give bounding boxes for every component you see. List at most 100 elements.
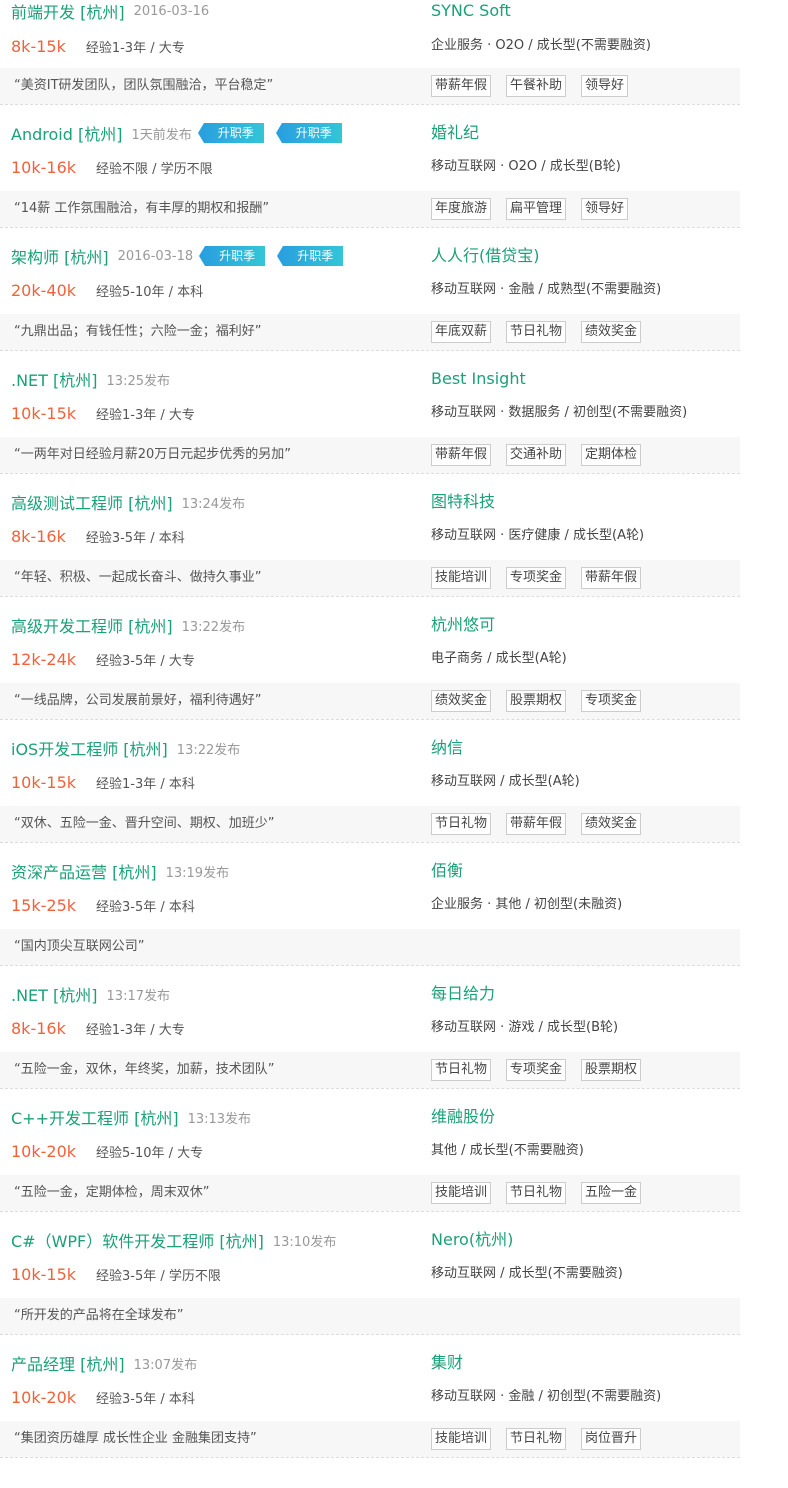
publish-date: 2016-03-18 (117, 248, 194, 264)
tag-list: 技能培训 节日礼物 岗位晋升 (431, 1428, 656, 1450)
company-link[interactable]: SYNC Soft (431, 0, 511, 22)
welfare-tag: 专项奖金 (581, 690, 642, 712)
job-meta: 15k-25k 经验3-5年 / 本科 (11, 894, 195, 916)
salary: 10k-20k (11, 1387, 77, 1407)
salary: 8k-16k (11, 1018, 66, 1038)
position-link[interactable]: Android [杭州] (11, 121, 122, 145)
requirement: 经验1-3年 / 大专 (96, 407, 195, 423)
company-slogan: “集团资历雄厚 成长性企业 金融集团支持” (14, 1431, 257, 1446)
company-link[interactable]: 纳信 (431, 737, 463, 759)
company-slogan: “美资IT研发团队，团队氛围融洽，平台稳定” (14, 78, 274, 93)
welfare-tag: 节日礼物 (431, 1059, 492, 1081)
tag-list: 节日礼物 带薪年假 绩效奖金 (431, 813, 656, 835)
job-list-item: .NET [杭州] 13:17发布 8k-16k 经验1-3年 / 大专 每日给力 移动互… (0, 966, 740, 1089)
position-link[interactable]: .NET [杭州] (11, 367, 98, 391)
welfare-tag: 带薪年假 (506, 813, 567, 835)
position-link[interactable]: 架构师 [杭州] (11, 244, 109, 268)
job-meta: 8k-15k 经验1-3年 / 大专 (11, 35, 185, 57)
job-list-item: C++开发工程师 [杭州] 13:13发布 10k-20k 经验5-10年 / 大专 维… (0, 1089, 740, 1212)
slogan-bar: “九鼎出品；有钱任性；六险一金；福利好” 年底双薪 节日礼物 绩效奖金 (0, 314, 740, 350)
company-link[interactable]: 每日给力 (431, 983, 495, 1005)
welfare-tag: 五险一金 (581, 1182, 642, 1204)
position-link[interactable]: 高级测试工程师 [杭州] (11, 490, 173, 514)
position-link[interactable]: iOS开发工程师 [杭州] (11, 736, 168, 760)
company-link[interactable]: 人人行(借贷宝) (431, 245, 540, 267)
position-city: [杭州] (64, 248, 109, 267)
position-line: Android [杭州] 1天前发布 升职季 升职季 (11, 122, 342, 144)
welfare-tag: 节日礼物 (431, 813, 492, 835)
position-line: 产品经理 [杭州] 13:07发布 (11, 1352, 197, 1374)
position-title: iOS开发工程师 (11, 740, 119, 759)
publish-date: 13:19发布 (165, 865, 230, 881)
requirement: 经验3-5年 / 本科 (96, 1391, 195, 1407)
position-link[interactable]: 产品经理 [杭州] (11, 1351, 125, 1375)
company-link[interactable]: 图特科技 (431, 491, 495, 513)
promotion-badge[interactable]: 升职季 (199, 246, 266, 266)
requirement: 经验3-5年 / 学历不限 (96, 1268, 221, 1284)
company-industry: 电子商务 / 成长型(A轮) (431, 651, 567, 666)
slogan-bar: “双休、五险一金、晋升空间、期权、加班少” 节日礼物 带薪年假 绩效奖金 (0, 806, 740, 842)
tag-list: 年度旅游 扁平管理 领导好 (431, 198, 643, 220)
welfare-tag: 专项奖金 (506, 1059, 567, 1081)
position-link[interactable]: 高级开发工程师 [杭州] (11, 613, 173, 637)
welfare-tag: 年度旅游 (431, 198, 492, 220)
position-title: 高级开发工程师 (11, 617, 124, 636)
promotion-badge[interactable]: 升职季 (275, 123, 342, 143)
company-slogan: “年轻、积极、一起成长奋斗、做持久事业” (14, 570, 262, 585)
requirement: 经验5-10年 / 大专 (96, 1145, 204, 1161)
job-list-item: 高级测试工程师 [杭州] 13:24发布 8k-16k 经验3-5年 / 本科 图特科技… (0, 474, 740, 597)
publish-date: 1天前发布 (131, 127, 192, 143)
company-link[interactable]: 婚礼纪 (431, 122, 479, 144)
slogan-bar: “一线品牌，公司发展前景好，福利待遇好” 绩效奖金 股票期权 专项奖金 (0, 683, 740, 719)
salary: 20k-40k (11, 280, 77, 300)
tag-list: 技能培训 专项奖金 带薪年假 (431, 567, 656, 589)
welfare-tag: 午餐补助 (506, 75, 567, 97)
tag-list: 年底双薪 节日礼物 绩效奖金 (431, 321, 656, 343)
position-link[interactable]: 资深产品运营 [杭州] (11, 859, 157, 883)
position-line: C#（WPF）软件开发工程师 [杭州] 13:10发布 (11, 1229, 336, 1251)
job-list-item: iOS开发工程师 [杭州] 13:22发布 10k-15k 经验1-3年 / 本科 纳信… (0, 720, 740, 843)
position-link[interactable]: C++开发工程师 [杭州] (11, 1105, 179, 1129)
company-link[interactable]: Nero(杭州) (431, 1229, 513, 1251)
company-slogan: “五险一金，定期体检，周末双休” (14, 1185, 210, 1200)
position-title: 资深产品运营 (11, 863, 108, 882)
welfare-tag: 绩效奖金 (431, 690, 492, 712)
position-city: [杭州] (53, 986, 98, 1005)
position-link[interactable]: .NET [杭州] (11, 982, 98, 1006)
position-link[interactable]: C#（WPF）软件开发工程师 [杭州] (11, 1228, 264, 1252)
salary: 12k-24k (11, 649, 77, 669)
promotion-badge[interactable]: 升职季 (197, 123, 264, 143)
company-link[interactable]: 集财 (431, 1352, 463, 1374)
company-link[interactable]: 维融股份 (431, 1106, 495, 1128)
company-slogan: “一两年对日经验月薪20万日元起步优秀的另加” (14, 447, 292, 462)
slogan-bar: “国内顶尖互联网公司” (0, 929, 740, 965)
company-link[interactable]: Best Insight (431, 368, 526, 390)
salary: 15k-25k (11, 895, 77, 915)
welfare-tag: 年底双薪 (431, 321, 492, 343)
company-link[interactable]: 佰衡 (431, 860, 463, 882)
slogan-bar: “五险一金，定期体检，周末双休” 技能培训 节日礼物 五险一金 (0, 1175, 740, 1211)
position-title: Android (11, 125, 73, 144)
job-list-item: 架构师 [杭州] 2016-03-18 升职季 升职季 20k-40k 经验5-10年 /… (0, 228, 740, 351)
salary: 8k-16k (11, 526, 66, 546)
welfare-tag: 交通补助 (506, 444, 567, 466)
tag-list: 节日礼物 专项奖金 股票期权 (431, 1059, 656, 1081)
promotion-badge[interactable]: 升职季 (277, 246, 344, 266)
position-title: 架构师 (11, 248, 60, 267)
company-industry: 移动互联网 / 成长型(不需要融资) (431, 1266, 623, 1281)
welfare-tag: 绩效奖金 (581, 813, 642, 835)
company-link[interactable]: 杭州悠可 (431, 614, 495, 636)
requirement: 经验3-5年 / 大专 (96, 653, 195, 669)
position-line: .NET [杭州] 13:25发布 (11, 368, 170, 390)
welfare-tag: 节日礼物 (506, 1428, 567, 1450)
publish-date: 13:17发布 (106, 988, 170, 1004)
company-industry: 移动互联网 · 金融 / 初创型(不需要融资) (431, 1389, 662, 1404)
requirement: 经验1-3年 / 大专 (85, 1022, 185, 1038)
position-title: 产品经理 (11, 1355, 76, 1374)
position-title: 高级测试工程师 (11, 494, 124, 513)
welfare-tag: 节日礼物 (506, 321, 567, 343)
position-link[interactable]: 前端开发 [杭州] (11, 0, 125, 23)
position-title: .NET (11, 986, 48, 1005)
company-slogan: “14薪 工作氛围融洽，有丰厚的期权和报酬” (14, 201, 270, 216)
job-meta: 12k-24k 经验3-5年 / 大专 (11, 648, 195, 670)
